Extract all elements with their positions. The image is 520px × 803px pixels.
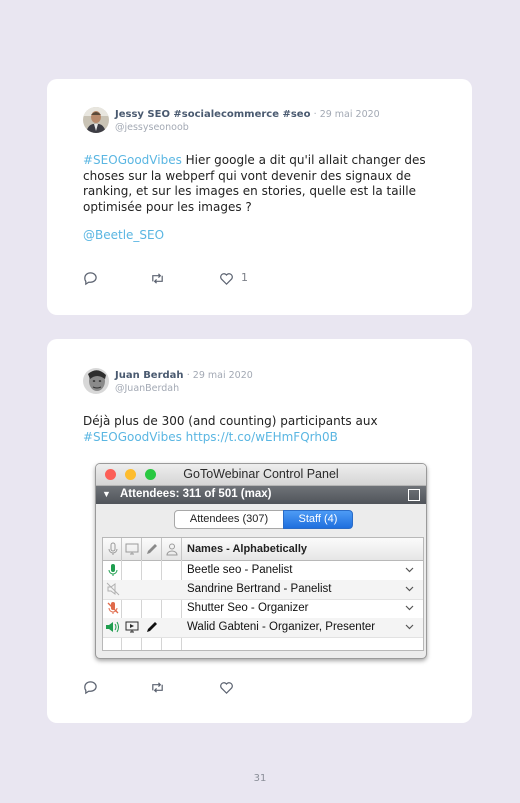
table-row[interactable]: Walid Gabteni - Organizer, Presenter xyxy=(103,618,423,638)
attendee-name: Beetle seo - Panelist xyxy=(187,564,293,576)
attendee-tabs: Attendees (307) Staff (4) xyxy=(174,510,353,529)
like-count: 1 xyxy=(241,271,248,284)
tweet-text-body: Déjà plus de 300 (and counting) particip… xyxy=(83,414,378,428)
author-name[interactable]: Juan Berdah xyxy=(115,370,184,381)
like-icon[interactable] xyxy=(219,271,235,287)
names-column-header[interactable]: Names - Alphabetically xyxy=(187,543,307,555)
microphone-column-icon[interactable] xyxy=(106,542,120,556)
avatar[interactable] xyxy=(83,107,109,133)
table-row[interactable]: Beetle seo - Panelist xyxy=(103,561,423,581)
author-name[interactable]: Jessy SEO #socialecommerce #seo xyxy=(115,109,310,120)
page-number: 31 xyxy=(253,773,267,784)
staff-table: Names - Alphabetically Beetle seo - Pane… xyxy=(102,537,424,651)
collapse-triangle-icon[interactable]: ▼ xyxy=(102,489,111,499)
tweet-text: #SEOGoodVibes Hier google a dit qu'il al… xyxy=(83,153,433,215)
chevron-down-icon[interactable] xyxy=(404,602,415,613)
tab-attendees[interactable]: Attendees (307) xyxy=(174,510,284,529)
reply-icon[interactable] xyxy=(83,271,99,287)
attendee-name: Walid Gabteni - Organizer, Presenter xyxy=(187,621,376,633)
microphone-muted-icon xyxy=(106,601,120,615)
retweet-icon[interactable] xyxy=(150,271,166,287)
person-photo-icon xyxy=(83,368,109,394)
person-photo-icon xyxy=(83,107,109,133)
table-header: Names - Alphabetically xyxy=(103,538,423,561)
speaker-active-icon xyxy=(105,620,119,634)
tweet-text: Déjà plus de 300 (and counting) particip… xyxy=(83,414,433,445)
hashtag-link[interactable]: #SEOGoodVibes xyxy=(83,153,182,167)
attendees-count: Attendees: 311 of 501 (max) xyxy=(120,488,272,500)
table-row[interactable]: Shutter Seo - Organizer xyxy=(103,599,423,619)
retweet-icon[interactable] xyxy=(150,680,166,696)
hashtag-link[interactable]: #SEOGoodVibes xyxy=(83,430,182,444)
pen-icon xyxy=(145,620,159,634)
author-handle[interactable]: @JuanBerdah xyxy=(115,382,253,395)
tweet-date[interactable]: · 29 mai 2020 xyxy=(314,109,380,120)
tweet-header: Juan Berdah · 29 mai 2020 @JuanBerdah xyxy=(115,369,253,395)
avatar[interactable] xyxy=(83,368,109,394)
pen-column-icon[interactable] xyxy=(145,542,159,556)
table-row[interactable]: Sandrine Bertrand - Panelist xyxy=(103,580,423,600)
window-title: GoToWebinar Control Panel xyxy=(183,467,339,481)
attendee-name: Sandrine Bertrand - Panelist xyxy=(187,583,332,595)
url-link[interactable]: https://t.co/wEHmFQrh0B xyxy=(186,430,338,444)
reply-icon[interactable] xyxy=(83,680,99,696)
person-column-icon[interactable] xyxy=(165,542,179,556)
tweet-actions: 1 xyxy=(83,271,283,287)
tweet-header: Jessy SEO #socialecommerce #seo · 29 mai… xyxy=(115,108,380,134)
tweet-date[interactable]: · 29 mai 2020 xyxy=(187,370,253,381)
tweet-card-1: Jessy SEO #socialecommerce #seo · 29 mai… xyxy=(47,79,472,315)
microphone-active-icon xyxy=(106,563,120,577)
gotowebinar-screenshot[interactable]: GoToWebinar Control Panel ▼ Attendees: 3… xyxy=(95,463,427,659)
mention-link[interactable]: @Beetle_SEO xyxy=(83,228,164,242)
attendee-name: Shutter Seo - Organizer xyxy=(187,602,309,614)
attendees-bar[interactable]: ▼ Attendees: 311 of 501 (max) xyxy=(96,486,426,504)
chevron-down-icon[interactable] xyxy=(404,583,415,594)
popout-icon[interactable] xyxy=(408,489,420,501)
chevron-down-icon[interactable] xyxy=(404,564,415,575)
window-titlebar: GoToWebinar Control Panel xyxy=(96,464,426,486)
author-handle[interactable]: @jessyseonoob xyxy=(115,121,380,134)
tweet-card-2: Juan Berdah · 29 mai 2020 @JuanBerdah Dé… xyxy=(47,339,472,723)
chevron-down-icon[interactable] xyxy=(404,621,415,632)
like-icon[interactable] xyxy=(219,680,235,696)
tweet-actions xyxy=(83,680,283,696)
speaker-muted-icon xyxy=(106,582,120,596)
tab-staff[interactable]: Staff (4) xyxy=(283,510,353,529)
screen-sharing-icon xyxy=(125,620,139,634)
screen-column-icon[interactable] xyxy=(125,542,139,556)
